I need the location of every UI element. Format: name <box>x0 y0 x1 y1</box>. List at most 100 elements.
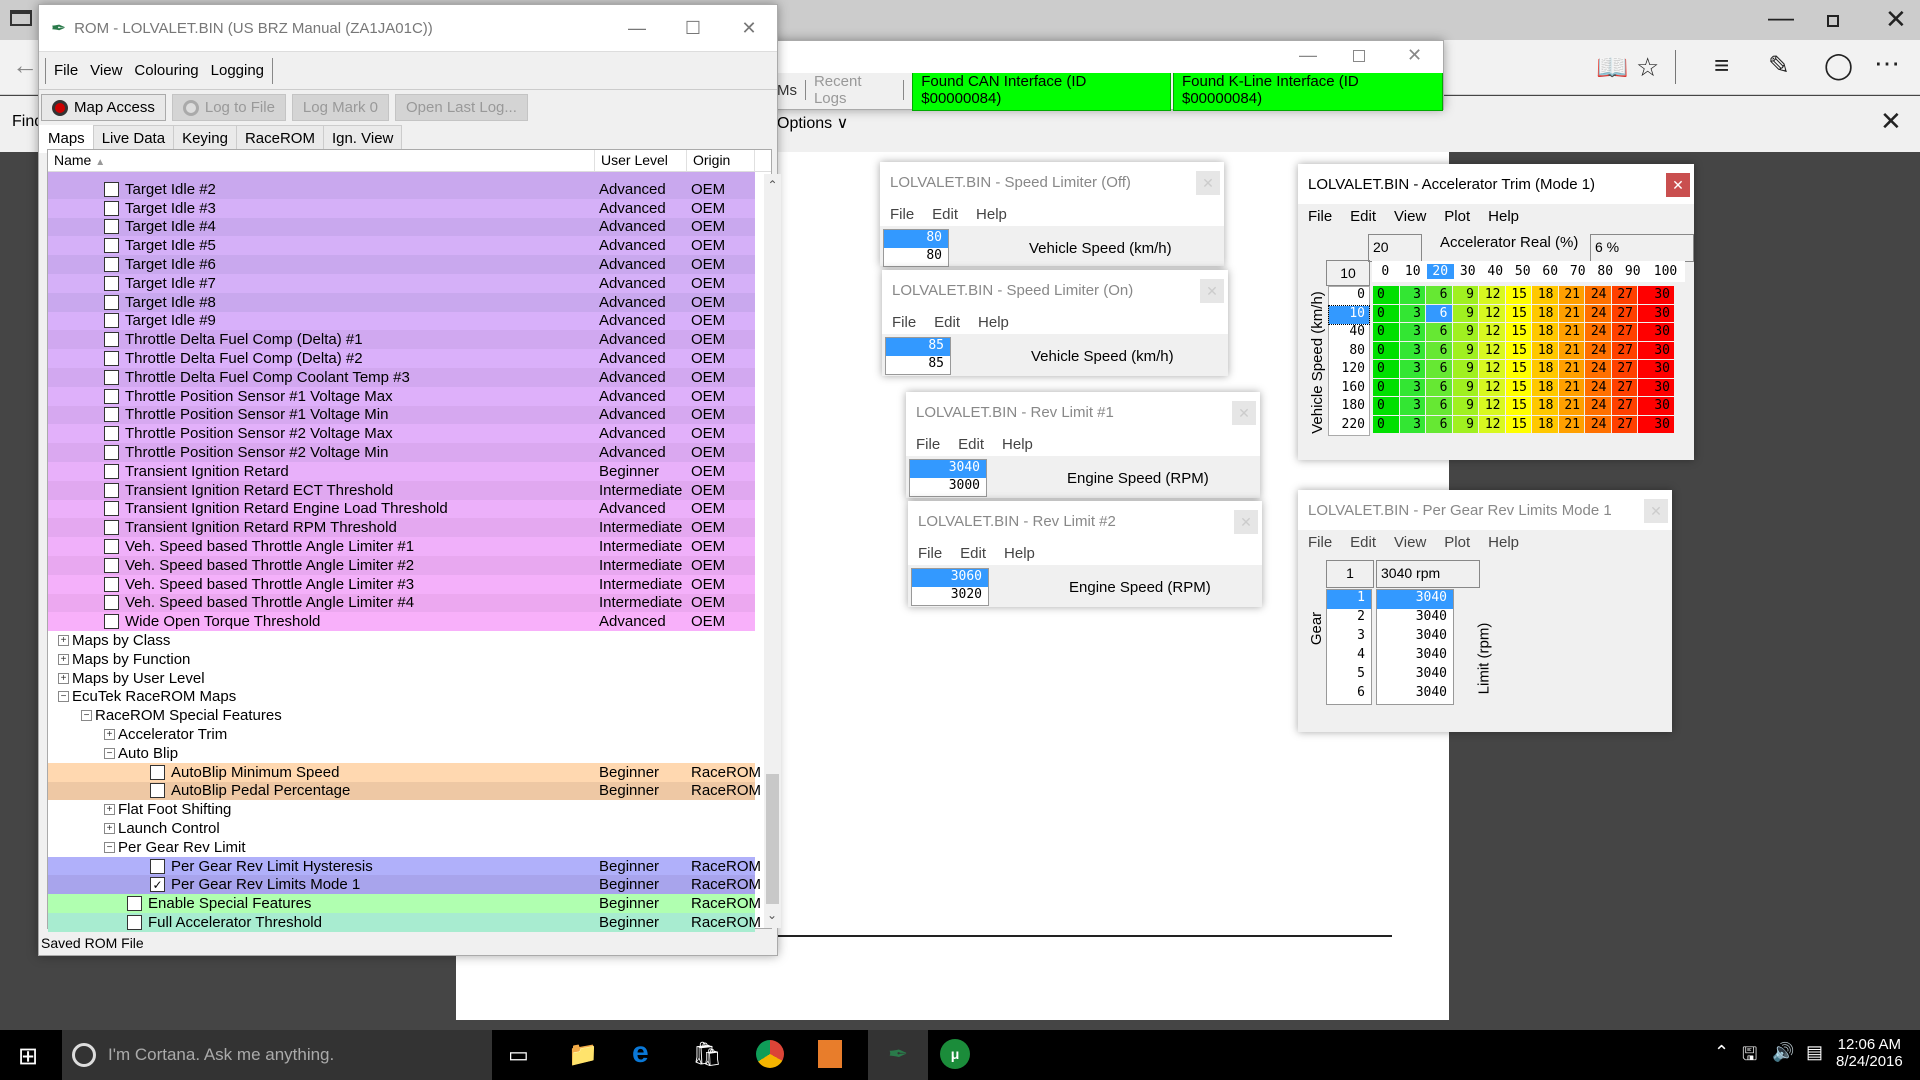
grid-cell[interactable]: 30 <box>1638 360 1674 378</box>
grid-cell[interactable]: 30 <box>1638 415 1674 433</box>
y-axis-cell[interactable]: 80 <box>1329 343 1369 362</box>
grid-cell[interactable]: 0 <box>1373 286 1399 304</box>
tree-folder[interactable]: + Flat Foot Shifting <box>48 800 755 819</box>
col-origin[interactable]: Origin <box>687 150 755 171</box>
grid-cell[interactable]: 24 <box>1585 304 1611 322</box>
grid-cell[interactable]: 24 <box>1585 360 1611 378</box>
map-row[interactable]: Target Idle #6 Advanced OEM <box>48 255 755 274</box>
menu-edit[interactable]: Edit <box>934 314 960 331</box>
menu-file[interactable]: File <box>1308 534 1332 551</box>
grid-cell[interactable]: 21 <box>1558 415 1584 433</box>
menu-plot[interactable]: Plot <box>1444 534 1470 551</box>
grid-cell[interactable]: 21 <box>1558 286 1584 304</box>
grid-cell[interactable]: 21 <box>1558 304 1584 322</box>
checkbox[interactable] <box>104 576 119 592</box>
grid-cell[interactable]: 21 <box>1558 397 1584 415</box>
grid-cell[interactable]: 6 <box>1426 323 1452 341</box>
map-row[interactable]: Target Idle #5 Advanced OEM <box>48 236 755 256</box>
action-center-icon[interactable]: ▤ <box>1806 1042 1823 1063</box>
expand-icon[interactable]: + <box>58 653 69 665</box>
scrollbar-thumb[interactable] <box>766 774 779 904</box>
map-row[interactable]: Throttle Delta Fuel Comp (Delta) #2 Advan… <box>48 349 755 368</box>
limit-column[interactable]: 3040 3040 3040 3040 3040 3040 <box>1376 589 1454 705</box>
checkbox[interactable] <box>104 369 119 385</box>
checkbox[interactable] <box>104 313 119 329</box>
value-cells[interactable]: 3060 3020 <box>911 568 989 606</box>
grid-cell[interactable]: 24 <box>1585 323 1611 341</box>
grid-cell[interactable]: 0 <box>1373 360 1399 378</box>
map-row[interactable]: Veh. Speed based Throttle Angle Limiter … <box>48 537 755 556</box>
grid-cell[interactable]: 6 <box>1426 378 1452 396</box>
grid-cell[interactable]: 27 <box>1611 304 1637 322</box>
grid-cell[interactable]: 6 <box>1426 286 1452 304</box>
file-explorer-icon[interactable]: 📁 <box>568 1040 598 1069</box>
grid-cell[interactable]: 9 <box>1452 286 1478 304</box>
menu-file[interactable]: File <box>890 206 914 223</box>
grid-cell[interactable]: 0 <box>1373 304 1399 322</box>
grid-cell[interactable]: 6 <box>1426 397 1452 415</box>
limit-cell[interactable]: 3040 <box>1377 685 1453 704</box>
grid-cell[interactable]: 18 <box>1532 378 1558 396</box>
close-icon[interactable]: ✕ <box>1196 171 1220 195</box>
gear-column[interactable]: 123456 <box>1326 589 1372 705</box>
grid-cell[interactable]: 27 <box>1611 415 1637 433</box>
grid-cell[interactable]: 24 <box>1585 286 1611 304</box>
grid-cell[interactable]: 21 <box>1558 360 1584 378</box>
grid-cell[interactable]: 3 <box>1399 397 1425 415</box>
grid-cell[interactable]: 12 <box>1479 360 1505 378</box>
x-axis-cell[interactable]: 80 <box>1592 264 1619 279</box>
y-axis-cell[interactable]: 10 <box>1328 304 1370 325</box>
grid-cell[interactable]: 9 <box>1452 415 1478 433</box>
media-player-icon[interactable] <box>818 1040 842 1068</box>
grid-cell[interactable]: 21 <box>1558 323 1584 341</box>
checkbox[interactable]: ✓ <box>150 877 165 893</box>
logger-minimize-icon[interactable]: — <box>1299 45 1317 66</box>
map-row[interactable]: Target Idle #8 Advanced OEM <box>48 292 755 312</box>
grid-cell[interactable]: 9 <box>1452 360 1478 378</box>
grid-cell[interactable]: 24 <box>1585 397 1611 415</box>
close-icon[interactable]: ✕ <box>1234 510 1258 534</box>
windows-start-icon[interactable]: ⊞ <box>18 1042 38 1071</box>
grid-cell[interactable]: 12 <box>1479 397 1505 415</box>
log-mark-button[interactable]: Log Mark 0 <box>291 94 389 121</box>
map-row[interactable]: Transient Ignition Retard Beginner OEM <box>48 461 755 481</box>
volume-icon[interactable]: 🔊 <box>1772 1042 1794 1063</box>
checkbox[interactable] <box>104 332 119 348</box>
grid-cell[interactable]: 0 <box>1373 341 1399 359</box>
checkbox[interactable] <box>104 520 119 536</box>
x-axis-cell[interactable]: 0 <box>1372 264 1399 279</box>
menu-help[interactable]: Help <box>1488 208 1519 225</box>
map-row[interactable]: Veh. Speed based Throttle Angle Limiter … <box>48 555 755 575</box>
menu-view[interactable]: View <box>1394 534 1426 551</box>
grid-cell[interactable]: 27 <box>1611 341 1637 359</box>
cell-selected[interactable]: 3060 <box>912 569 988 587</box>
grid-cell[interactable]: 30 <box>1638 286 1674 304</box>
grid-cell[interactable]: 18 <box>1532 360 1558 378</box>
y-axis-cell[interactable]: 220 <box>1329 417 1369 436</box>
map-row[interactable]: Transient Ignition Retard RPM Threshold I… <box>48 518 755 538</box>
cell-selected[interactable]: 85 <box>886 338 950 356</box>
grid-cell[interactable]: 15 <box>1505 323 1531 341</box>
tree-folder[interactable]: + Launch Control <box>48 819 755 838</box>
grid-cell[interactable]: 9 <box>1452 378 1478 396</box>
grid-cell[interactable]: 18 <box>1532 397 1558 415</box>
grid-cell[interactable]: 6 <box>1426 415 1452 433</box>
checkbox[interactable] <box>127 914 142 930</box>
map-row[interactable]: AutoBlip Pedal Percentage Beginner RaceROM <box>48 781 761 801</box>
checkbox[interactable] <box>104 181 119 197</box>
grid-cell[interactable]: 15 <box>1505 378 1531 396</box>
tree-folder[interactable]: + Maps by Class <box>48 631 755 650</box>
grid-cell[interactable]: 24 <box>1585 415 1611 433</box>
network-icon[interactable]: 🖫 <box>1742 1042 1757 1072</box>
gear-cell[interactable]: 6 <box>1327 685 1371 704</box>
menu-file[interactable]: File <box>892 314 916 331</box>
grid-cell[interactable]: 27 <box>1611 323 1637 341</box>
minimize-icon[interactable]: — <box>609 18 665 39</box>
menu-help[interactable]: Help <box>978 314 1009 331</box>
col-name[interactable]: Name ▲ <box>48 150 595 171</box>
collapse-icon[interactable]: − <box>104 841 115 853</box>
x-axis-cell[interactable]: 70 <box>1565 264 1592 279</box>
grid-cell[interactable]: 30 <box>1638 341 1674 359</box>
accel-trim-grid[interactable]: 0 3 6 9 12 15 18 21 24 27 30 0 3 6 9 12 15 18 21 24 27 30 0 3 6 9… <box>1372 285 1675 434</box>
grid-cell[interactable]: 18 <box>1532 286 1558 304</box>
